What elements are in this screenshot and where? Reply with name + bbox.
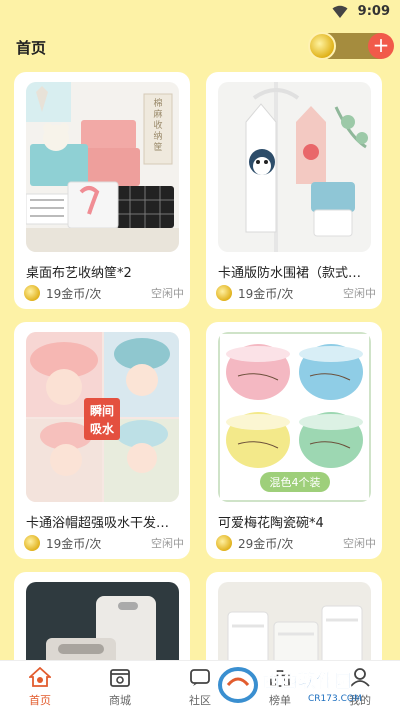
svg-text:筐: 筐 — [153, 141, 162, 153]
product-card[interactable] — [206, 572, 382, 660]
svg-text:CR173.COM: CR173.COM — [308, 694, 362, 704]
product-price: 19金币/次 — [46, 287, 102, 301]
product-card[interactable]: 卡通版防水围裙（款式… 19金币/次 空闲中 — [206, 72, 382, 309]
coin-balance-pill[interactable]: + — [308, 32, 394, 60]
product-grid: 棉 麻 收 纳 筐 桌面布艺收纳筐*2 19金币/次 空闲中 卡通版防水围裙（款… — [0, 66, 400, 660]
coin-icon — [216, 535, 232, 551]
product-name: 卡通版防水围裙（款式… — [218, 266, 362, 281]
svg-text:混色4个装: 混色4个装 — [270, 475, 321, 489]
product-status: 空闲中 — [343, 537, 376, 550]
community-icon — [190, 669, 210, 686]
price-row: 19金币/次 空闲中 — [24, 534, 184, 552]
product-name: 卡通浴帽超强吸水干发… — [26, 516, 170, 531]
product-card[interactable]: 瞬间 吸水 卡通浴帽超强吸水干发… 19金币/次 空闲中 — [14, 322, 190, 559]
page-title: 首页 — [16, 39, 47, 57]
product-image: 混色4个装 — [218, 332, 371, 502]
product-card[interactable] — [14, 572, 190, 660]
nav-shop[interactable]: 商城 — [80, 661, 160, 710]
shop-icon — [110, 669, 130, 687]
nav-shop-label: 商城 — [109, 694, 131, 707]
status-time: 9:09 — [357, 4, 390, 19]
price-row: 19金币/次 空闲中 — [24, 284, 184, 302]
product-status: 空闲中 — [343, 287, 376, 300]
product-status: 空闲中 — [151, 537, 184, 550]
coin-icon — [308, 32, 336, 60]
wifi-icon — [332, 5, 348, 18]
svg-text:纳: 纳 — [153, 130, 162, 142]
product-price: 29金币/次 — [238, 537, 294, 551]
coin-icon — [216, 285, 232, 301]
price-row: 29金币/次 空闲中 — [216, 534, 376, 552]
product-image: 棉 麻 收 纳 筐 — [26, 82, 179, 252]
coin-icon — [24, 535, 40, 551]
status-bar: 9:09 — [0, 0, 400, 26]
product-image: 瞬间 吸水 — [26, 332, 179, 502]
coin-icon — [24, 285, 40, 301]
product-image — [218, 582, 371, 660]
watermark-logo: 西西软件园 CR173.COM — [218, 665, 388, 705]
svg-text:棉: 棉 — [153, 97, 162, 109]
product-image — [218, 82, 371, 252]
svg-text:西西软件园: 西西软件园 — [262, 670, 352, 692]
product-name: 可爱梅花陶瓷碗*4 — [218, 516, 324, 531]
svg-text:麻: 麻 — [153, 108, 162, 120]
nav-home[interactable]: 首页 — [0, 661, 80, 710]
nav-home-label: 首页 — [29, 694, 51, 707]
product-price: 19金币/次 — [46, 537, 102, 551]
add-coins-button[interactable]: + — [368, 33, 394, 59]
svg-text:瞬间: 瞬间 — [90, 403, 114, 418]
app-header: 首页 + — [0, 26, 400, 66]
product-name: 桌面布艺收纳筐*2 — [26, 266, 132, 281]
product-card[interactable]: 棉 麻 收 纳 筐 桌面布艺收纳筐*2 19金币/次 空闲中 — [14, 72, 190, 309]
product-price: 19金币/次 — [238, 287, 294, 301]
home-icon — [29, 667, 51, 687]
product-image — [26, 582, 179, 660]
product-status: 空闲中 — [151, 287, 184, 300]
svg-text:吸水: 吸水 — [90, 421, 115, 436]
svg-text:收: 收 — [153, 119, 162, 131]
price-row: 19金币/次 空闲中 — [216, 284, 376, 302]
product-card[interactable]: 混色4个装 可爱梅花陶瓷碗*4 29金币/次 空闲中 — [206, 322, 382, 559]
